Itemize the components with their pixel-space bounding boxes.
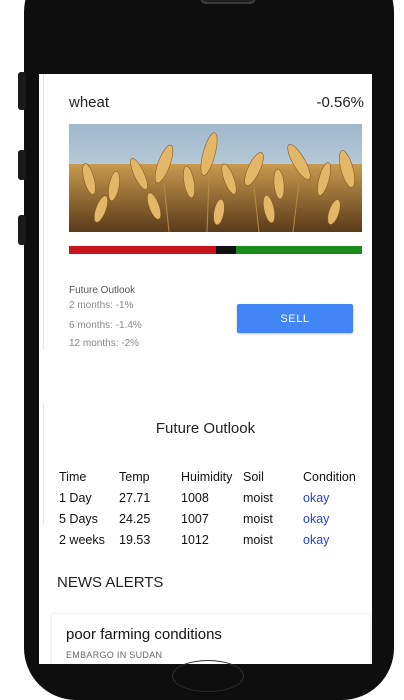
outlook-2-months: 2 months: -1%	[69, 300, 134, 311]
cell-humidity: 1008	[181, 490, 209, 505]
crop-change-percent: -0.56%	[316, 94, 364, 111]
cell-humidity: 1007	[181, 511, 209, 526]
forecast-table: Time Temp Huimidity Soil Condition 1 Day…	[59, 466, 369, 550]
cell-temp: 19.53	[119, 532, 151, 547]
table-header-row: Time Temp Huimidity Soil Condition	[59, 466, 369, 487]
header-condition: Condition	[303, 469, 356, 484]
cell-time: 1 Day	[59, 490, 92, 505]
price-bar-positive-segment	[236, 246, 362, 254]
cell-soil: moist	[243, 511, 273, 526]
cell-time: 5 Days	[59, 511, 98, 526]
sell-button[interactable]: SELL	[237, 304, 353, 333]
speaker-grille	[200, 0, 256, 4]
news-headline: poor farming conditions	[66, 626, 222, 643]
price-bar-negative-segment	[69, 246, 216, 254]
header-humidity: Huimidity	[181, 469, 233, 484]
condition-link[interactable]: okay	[303, 529, 369, 550]
cell-temp: 27.71	[119, 490, 151, 505]
crop-name: wheat	[69, 94, 110, 111]
cell-soil: moist	[243, 490, 273, 505]
header-temp: Temp	[119, 469, 150, 484]
condition-link[interactable]: okay	[303, 508, 369, 529]
price-bar-marker	[215, 246, 236, 254]
table-row: 5 Days 24.25 1007 moist okay	[59, 508, 369, 529]
forecast-title: Future Outlook	[155, 420, 256, 437]
mute-switch	[18, 72, 26, 110]
crop-card: wheat -0.56% Future Outlook 2 months: -1…	[43, 74, 364, 349]
cell-soil: moist	[243, 532, 273, 547]
cell-temp: 24.25	[119, 511, 151, 526]
cell-humidity: 1012	[181, 532, 209, 547]
table-row: 1 Day 27.71 1008 moist okay	[59, 487, 369, 508]
news-card[interactable]: poor farming conditions EMBARGO IN SUDAN	[52, 614, 370, 664]
news-alerts-title: NEWS ALERTS	[57, 574, 164, 591]
header-time: Time	[59, 469, 87, 484]
app-screen: wheat -0.56% Future Outlook 2 months: -1…	[39, 74, 372, 664]
table-row: 2 weeks 19.53 1012 moist okay	[59, 529, 369, 550]
news-subtext: EMBARGO IN SUDAN	[66, 650, 163, 660]
outlook-12-months: 12 months: -2%	[69, 338, 140, 349]
volume-up-button	[18, 150, 26, 180]
outlook-title: Future Outlook	[69, 285, 136, 296]
price-trend-bar	[69, 246, 362, 254]
volume-down-button	[18, 215, 26, 245]
home-button	[172, 660, 244, 692]
cell-time: 2 weeks	[59, 532, 105, 547]
condition-link[interactable]: okay	[303, 487, 369, 508]
header-soil: Soil	[243, 469, 264, 484]
outlook-6-months: 6 months: -1.4%	[69, 320, 142, 331]
wheat-field-image	[69, 124, 362, 232]
